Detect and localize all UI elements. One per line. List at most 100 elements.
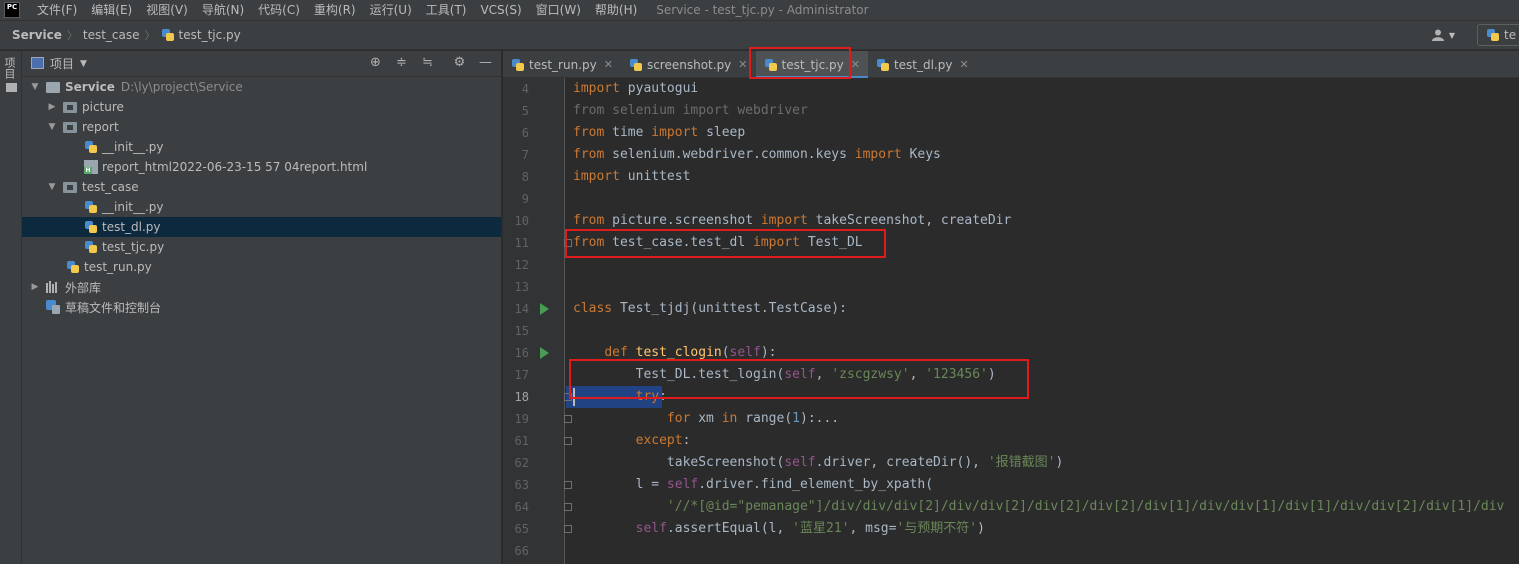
line-number: 18 xyxy=(514,390,529,404)
line-number: 10 xyxy=(514,214,529,228)
tree-item-report-init[interactable]: __init__.py xyxy=(22,137,501,157)
user-menu-button[interactable]: ▼ xyxy=(1431,29,1455,41)
menu-run[interactable]: 运行(U) xyxy=(363,0,419,20)
breadcrumb: Service 〉 test_case 〉 test_tjc.py xyxy=(0,27,241,43)
python-file-icon xyxy=(1486,28,1500,42)
breadcrumb-project[interactable]: Service xyxy=(12,28,62,42)
code-line[interactable]: 7 from selenium.webdriver.common.keys imp… xyxy=(503,144,1519,166)
menu-vcs[interactable]: VCS(S) xyxy=(473,0,528,20)
window-title: Service - test_tjc.py - Administrator xyxy=(656,3,869,17)
breadcrumb-folder[interactable]: test_case xyxy=(83,28,140,42)
menu-edit[interactable]: 编辑(E) xyxy=(84,0,139,20)
tree-item-scratches[interactable]: 草稿文件和控制台 xyxy=(22,297,501,317)
tab-test-run[interactable]: test_run.py ✕ xyxy=(503,51,621,78)
code-line[interactable]: 5 from selenium import webdriver xyxy=(503,100,1519,122)
menu-help[interactable]: 帮助(H) xyxy=(588,0,644,20)
tab-label: screenshot.py xyxy=(646,57,732,72)
code-line[interactable]: 19 for xm in range(1):... xyxy=(503,408,1519,430)
code-line[interactable]: 61 except: xyxy=(503,430,1519,452)
tab-screenshot[interactable]: screenshot.py ✕ xyxy=(621,51,756,78)
python-file-icon xyxy=(161,28,175,42)
code-editor[interactable]: 4 import pyautogui 5 from selenium import w… xyxy=(503,78,1519,564)
menu-view[interactable]: 视图(V) xyxy=(139,0,195,20)
close-icon[interactable]: ✕ xyxy=(959,58,968,71)
project-panel: 项目 ▼ ⊕ ≑ ≒ ⚙ — ▼ Service D:\ly\project\S… xyxy=(22,51,502,564)
code-line[interactable]: 15 xyxy=(503,320,1519,342)
code-text: except: xyxy=(635,433,691,448)
pycharm-logo-icon: PC xyxy=(4,2,20,18)
annotation-box-active-tab xyxy=(749,47,851,79)
python-file-icon xyxy=(84,140,98,154)
code-line[interactable]: 62 takeScreenshot(self.driver, createDir… xyxy=(503,452,1519,474)
code-line[interactable]: 8 import unittest xyxy=(503,166,1519,188)
menu-bar: PC 文件(F) 编辑(E) 视图(V) 导航(N) 代码(C) 重构(R) 运… xyxy=(0,0,1519,20)
code-text: class Test_tjdj(unittest.TestCase): xyxy=(573,301,847,316)
run-gutter-icon[interactable] xyxy=(540,303,549,315)
close-icon[interactable]: ✕ xyxy=(738,58,747,71)
code-text: import unittest xyxy=(573,169,691,184)
tree-item-service-root[interactable]: ▼ Service D:\ly\project\Service xyxy=(22,77,501,97)
code-line[interactable]: 66 xyxy=(503,540,1519,562)
collapse-all-icon[interactable]: ≒ xyxy=(420,55,435,71)
tree-item-label: test_case xyxy=(82,180,139,194)
annotation-box-login-call xyxy=(569,359,1029,399)
fold-marker-icon[interactable] xyxy=(564,437,572,445)
run-gutter-icon[interactable] xyxy=(540,347,549,359)
line-number: 64 xyxy=(514,500,529,514)
folder-icon xyxy=(63,101,77,113)
tree-item-label: 外部库 xyxy=(65,280,102,295)
line-number: 5 xyxy=(521,104,529,118)
tree-item-external-libraries[interactable]: ▶ 外部库 xyxy=(22,277,501,297)
tree-item-test-run[interactable]: test_run.py xyxy=(22,257,501,277)
line-number: 66 xyxy=(514,544,529,558)
code-line[interactable]: 14 class Test_tjdj(unittest.TestCase): xyxy=(503,298,1519,320)
fold-marker-icon[interactable] xyxy=(564,503,572,511)
close-icon[interactable]: ✕ xyxy=(604,58,613,71)
chevron-down-icon[interactable]: ▼ xyxy=(80,59,87,69)
line-number: 8 xyxy=(521,170,529,184)
python-file-icon xyxy=(84,220,98,234)
menu-tools[interactable]: 工具(T) xyxy=(419,0,474,20)
code-line[interactable]: 13 xyxy=(503,276,1519,298)
menu-file[interactable]: 文件(F) xyxy=(30,0,84,20)
menu-refactor[interactable]: 重构(R) xyxy=(307,0,363,20)
tree-item-report[interactable]: ▼ report xyxy=(22,117,501,137)
code-text: import pyautogui xyxy=(573,81,699,96)
tree-item-picture[interactable]: ▶ picture xyxy=(22,97,501,117)
expand-all-icon[interactable]: ≑ xyxy=(394,55,409,71)
fold-marker-icon[interactable] xyxy=(564,481,572,489)
code-text: for xm in range(1):... xyxy=(666,411,840,426)
tab-label: test_run.py xyxy=(529,57,597,72)
tree-item-test-case-init[interactable]: __init__.py xyxy=(22,197,501,217)
breadcrumb-file[interactable]: test_tjc.py xyxy=(179,28,241,42)
locate-icon[interactable]: ⊕ xyxy=(368,55,383,71)
tab-test-dl[interactable]: test_dl.py ✕ xyxy=(868,51,977,78)
project-panel-title[interactable]: 项目 xyxy=(50,55,74,72)
gear-icon[interactable]: ⚙ xyxy=(452,55,467,71)
project-tool-button[interactable]: 项目 xyxy=(3,57,19,92)
line-number: 63 xyxy=(514,478,529,492)
tree-item-test-case[interactable]: ▼ test_case xyxy=(22,177,501,197)
run-config-selector[interactable]: te xyxy=(1477,24,1519,46)
code-line[interactable]: 4 import pyautogui xyxy=(503,78,1519,100)
menu-code[interactable]: 代码(C) xyxy=(251,0,307,20)
code-line[interactable]: 63 l = self.driver.find_element_by_xpath… xyxy=(503,474,1519,496)
code-line[interactable]: 64 '//*[@id="pemanage"]/div/div/div[2]/d… xyxy=(503,496,1519,518)
tab-label: test_dl.py xyxy=(893,57,953,72)
tree-item-test-dl[interactable]: test_dl.py xyxy=(22,217,501,237)
menu-navigate[interactable]: 导航(N) xyxy=(195,0,251,20)
fold-marker-icon[interactable] xyxy=(564,525,572,533)
code-line[interactable]: 9 xyxy=(503,188,1519,210)
tree-item-test-tjc[interactable]: test_tjc.py xyxy=(22,237,501,257)
close-icon[interactable]: ✕ xyxy=(851,58,860,71)
code-line[interactable]: 65 self.assertEqual(l, '蓝星21', msg='与预期不… xyxy=(503,518,1519,540)
minimize-icon[interactable]: — xyxy=(478,55,493,71)
python-file-icon xyxy=(84,240,98,254)
code-line[interactable]: 6 from time import sleep xyxy=(503,122,1519,144)
editor-tabs: test_run.py ✕ screenshot.py ✕ test_tjc.p… xyxy=(503,51,1519,79)
python-file-icon xyxy=(876,58,890,72)
tree-item-report-html[interactable]: report_html2022-06-23-15 57 04report.htm… xyxy=(22,157,501,177)
main-menu: 文件(F) 编辑(E) 视图(V) 导航(N) 代码(C) 重构(R) 运行(U… xyxy=(30,0,644,20)
menu-window[interactable]: 窗口(W) xyxy=(529,0,588,20)
fold-marker-icon[interactable] xyxy=(564,415,572,423)
